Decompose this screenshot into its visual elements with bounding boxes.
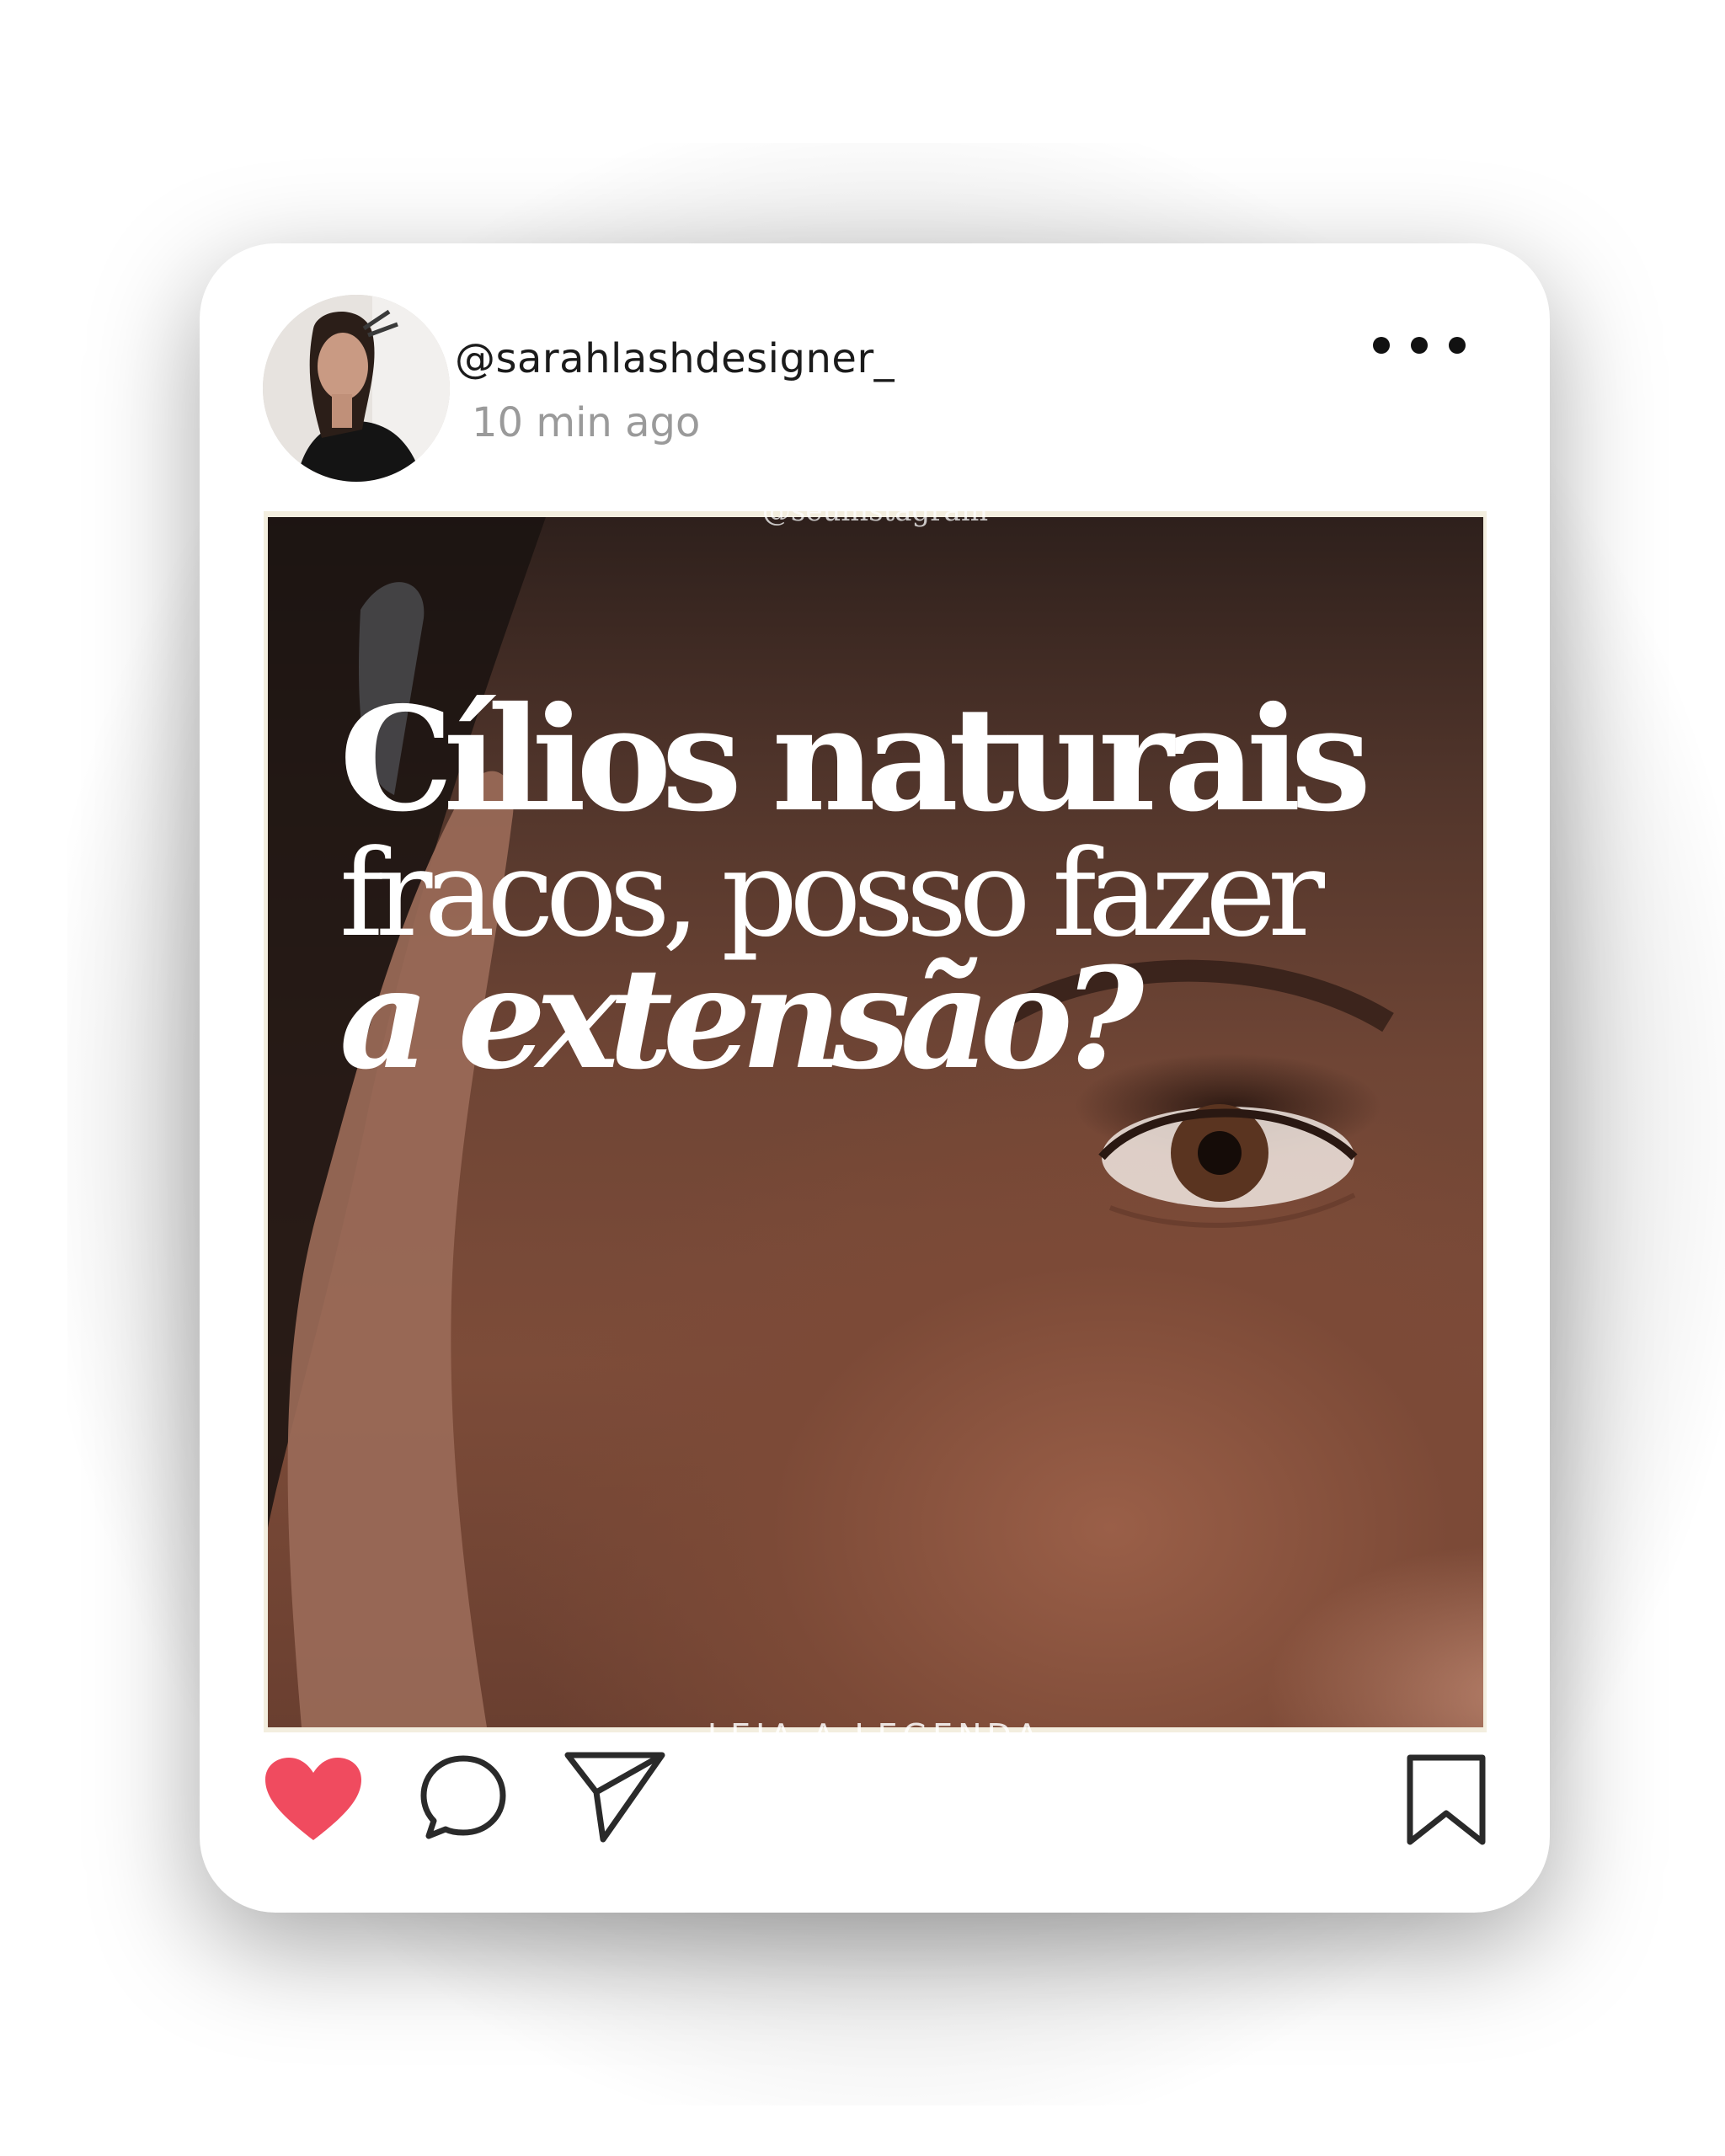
heart-icon[interactable]: [264, 1756, 363, 1844]
dot: [1373, 337, 1390, 354]
headline-line-3: a extensão?: [339, 937, 1144, 1100]
image-watermark: @seuinstagram: [761, 511, 989, 528]
more-options-icon[interactable]: [1373, 324, 1466, 366]
post-image[interactable]: @seuinstagram Cílios naturais fracos, po…: [264, 511, 1487, 1732]
image-footer-text: LEIA A LEGENDA: [264, 1717, 1487, 1732]
dot: [1449, 337, 1466, 354]
avatar-photo: [263, 295, 450, 482]
post-timestamp: 10 min ago: [472, 399, 701, 446]
image-headline: Cílios naturais fracos, posso fazer a ex…: [339, 675, 1371, 1100]
headline-line-1: Cílios naturais: [339, 675, 1371, 844]
send-icon[interactable]: [563, 1750, 667, 1844]
username[interactable]: @sarahlashdesigner_: [455, 335, 895, 382]
bookmark-icon[interactable]: [1405, 1754, 1487, 1845]
avatar[interactable]: [263, 295, 450, 482]
dot: [1411, 337, 1428, 354]
comment-icon[interactable]: [417, 1752, 510, 1844]
